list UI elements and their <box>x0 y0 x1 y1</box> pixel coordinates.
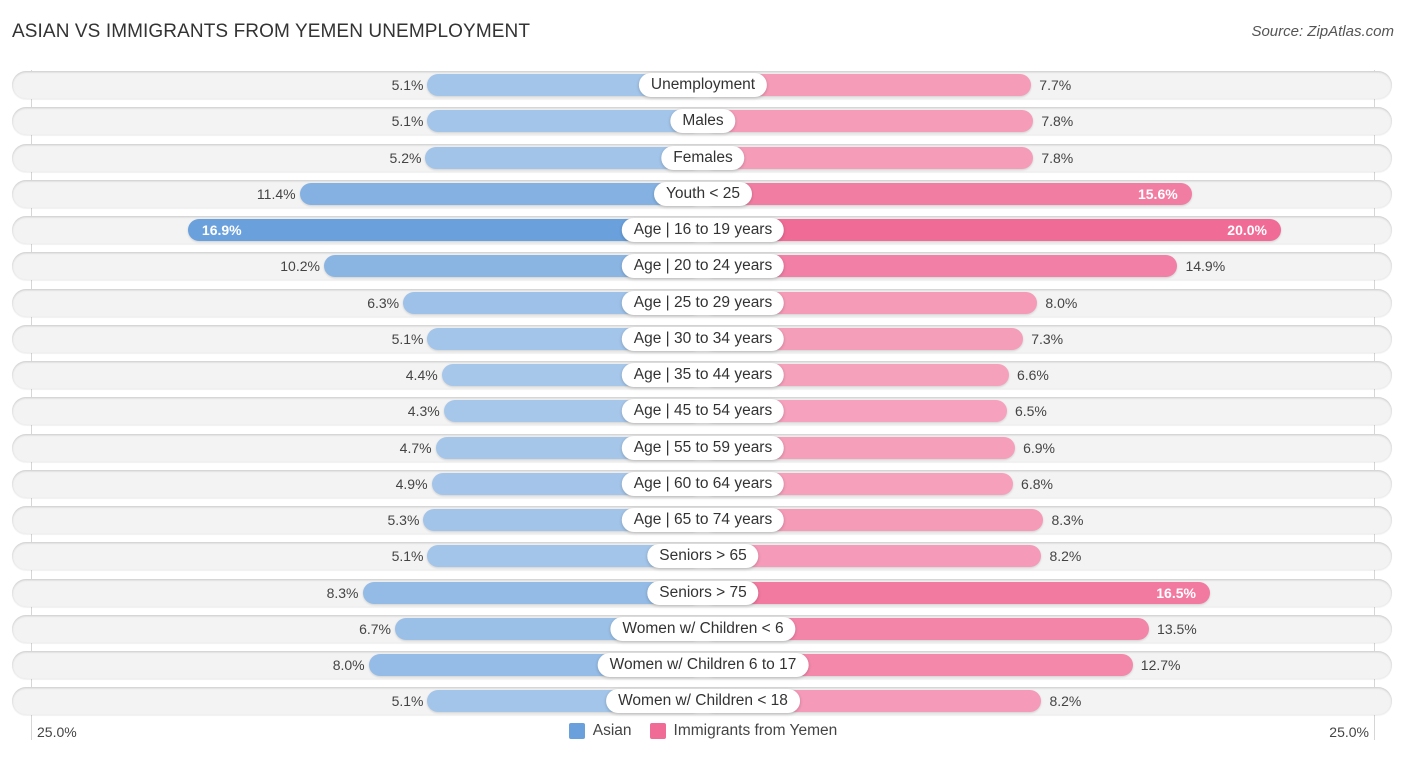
value-label-asian: 5.1% <box>391 693 424 710</box>
legend-item-yemen[interactable]: Immigrants from Yemen <box>649 722 838 740</box>
value-label-yemen: 7.7% <box>1039 77 1072 93</box>
chart-row: 11.4% 15.6% Youth < 25 <box>12 179 1392 208</box>
value-label-asian: 4.3% <box>407 403 440 420</box>
value-label-yemen: 20.0% <box>1227 222 1267 238</box>
value-label-yemen: 12.7% <box>1140 657 1181 673</box>
bar-asian[interactable] <box>427 110 703 133</box>
chart-row: 5.1% 7.7% Unemployment <box>12 71 1392 99</box>
category-label: Females <box>661 145 745 170</box>
chart-row: 8.0% 12.7% Women w/ Children 6 to 17 <box>12 651 1392 679</box>
value-label-yemen: 6.8% <box>1021 475 1053 492</box>
legend-label-yemen: Immigrants from Yemen <box>673 722 838 739</box>
value-label-asian: 5.2% <box>389 149 422 166</box>
bar-yemen[interactable] <box>703 581 1210 604</box>
category-label: Seniors > 75 <box>647 580 759 605</box>
category-label: Age | 45 to 54 years <box>621 399 785 424</box>
chart-row: 4.9% 6.8% Age | 60 to 64 years <box>12 469 1392 498</box>
value-label-asian: 5.1% <box>391 330 424 347</box>
chart-row: 5.3% 8.3% Age | 65 to 74 years <box>12 506 1392 534</box>
category-label: Women w/ Children < 6 <box>610 616 796 641</box>
value-label-asian: 5.1% <box>391 548 424 565</box>
value-label-asian: 6.7% <box>359 620 391 637</box>
value-label-asian: 10.2% <box>280 258 320 275</box>
category-label: Age | 65 to 74 years <box>621 508 785 532</box>
legend-swatch-yemen <box>649 723 666 739</box>
category-label: Age | 35 to 44 years <box>621 363 785 387</box>
source-label: Source: ZipAtlas.com <box>1251 23 1394 40</box>
chart-row: 5.1% 7.3% Age | 30 to 34 years <box>12 324 1392 353</box>
value-label-yemen: 8.3% <box>1051 512 1084 528</box>
category-label: Age | 30 to 34 years <box>621 326 785 351</box>
chart-row: 5.2% 7.8% Females <box>12 143 1392 172</box>
value-label-asian: 8.3% <box>326 584 359 601</box>
value-label-yemen: 13.5% <box>1157 620 1197 637</box>
value-label-yemen: 7.8% <box>1041 149 1074 166</box>
bar-yemen[interactable] <box>703 146 1034 169</box>
category-label: Youth < 25 <box>654 181 752 206</box>
value-label-asian: 5.3% <box>387 512 420 528</box>
chart-row: 10.2% 14.9% Age | 20 to 24 years <box>12 252 1392 281</box>
value-label-yemen: 6.9% <box>1023 439 1055 456</box>
value-label-yemen: 16.5% <box>1156 584 1196 601</box>
chart-row: 6.3% 8.0% Age | 25 to 29 years <box>12 288 1392 317</box>
chart-row: 4.4% 6.6% Age | 35 to 44 years <box>12 361 1392 389</box>
category-label: Seniors > 65 <box>647 544 759 569</box>
value-label-yemen: 8.0% <box>1045 294 1078 311</box>
value-label-asian: 16.9% <box>201 222 242 238</box>
chart-row: 8.3% 16.5% Seniors > 75 <box>12 578 1392 607</box>
value-label-yemen: 6.5% <box>1014 403 1047 420</box>
value-label-asian: 4.4% <box>405 367 438 383</box>
legend-swatch-asian <box>568 723 585 739</box>
chart-row: 6.7% 13.5% Women w/ Children < 6 <box>12 614 1392 643</box>
legend-label-asian: Asian <box>592 722 632 739</box>
value-label-yemen: 8.2% <box>1049 693 1082 710</box>
category-label: Age | 20 to 24 years <box>621 254 785 279</box>
bar-yemen[interactable] <box>703 110 1034 133</box>
bar-yemen[interactable] <box>703 182 1192 205</box>
value-label-yemen: 15.6% <box>1137 185 1178 202</box>
value-label-yemen: 7.8% <box>1041 113 1074 130</box>
category-label: Women w/ Children < 18 <box>606 689 800 714</box>
category-label: Age | 60 to 64 years <box>621 471 785 496</box>
category-label: Males <box>670 109 736 134</box>
category-label: Unemployment <box>638 73 768 97</box>
value-label-asian: 6.3% <box>367 294 400 311</box>
value-label-asian: 5.1% <box>391 77 424 93</box>
chart-title: ASIAN VS IMMIGRANTS FROM YEMEN UNEMPLOYM… <box>12 21 531 42</box>
value-label-asian: 8.0% <box>332 657 365 673</box>
chart-row: 5.1% 8.2% Women w/ Children < 18 <box>12 687 1392 716</box>
value-label-asian: 11.4% <box>256 185 296 202</box>
value-label-yemen: 7.3% <box>1031 330 1064 347</box>
chart-row: 4.7% 6.9% Age | 55 to 59 years <box>12 433 1392 462</box>
value-label-yemen: 6.6% <box>1016 367 1049 383</box>
category-label: Age | 55 to 59 years <box>621 435 785 460</box>
bar-asian[interactable] <box>299 182 703 205</box>
chart-row: 5.1% 7.8% Males <box>12 107 1392 136</box>
value-label-asian: 4.7% <box>399 439 432 456</box>
value-label-yemen: 14.9% <box>1185 258 1226 275</box>
legend: Asian Immigrants from Yemen <box>0 722 1406 740</box>
category-label: Age | 25 to 29 years <box>621 290 785 315</box>
value-label-asian: 4.9% <box>395 475 428 492</box>
category-label: Women w/ Children 6 to 17 <box>597 653 809 677</box>
bar-yemen[interactable] <box>703 219 1281 241</box>
chart-row: 4.3% 6.5% Age | 45 to 54 years <box>12 397 1392 426</box>
chart-row: 5.1% 8.2% Seniors > 65 <box>12 542 1392 571</box>
value-label-yemen: 8.2% <box>1049 548 1082 565</box>
legend-item-asian[interactable]: Asian <box>568 722 632 740</box>
category-label: Age | 16 to 19 years <box>621 218 785 242</box>
value-label-asian: 5.1% <box>391 113 424 130</box>
chart-row: 16.9% 20.0% Age | 16 to 19 years <box>12 216 1392 244</box>
